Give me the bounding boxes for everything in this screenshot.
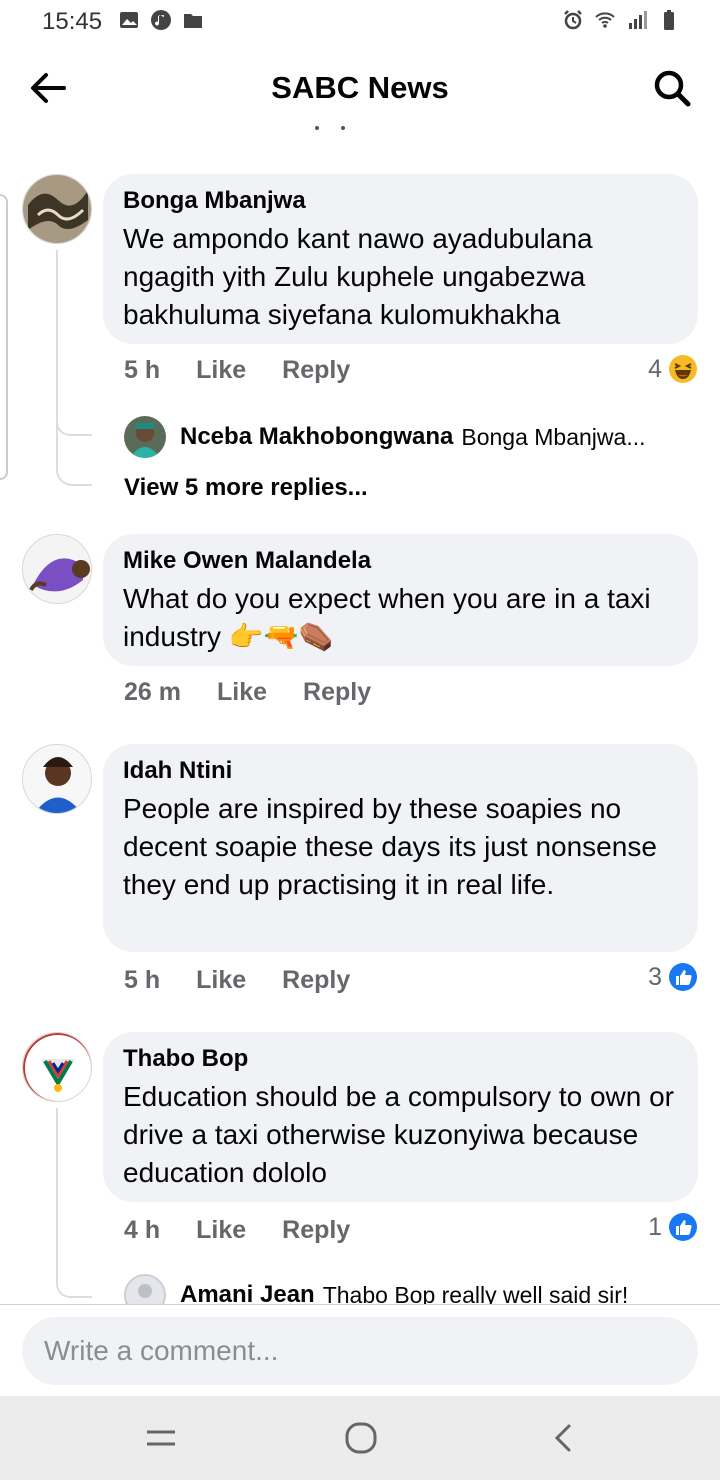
folder-icon: [184, 14, 202, 28]
reaction-summary[interactable]: 4: [648, 354, 698, 384]
comment-composer: [0, 1304, 720, 1396]
back-icon[interactable]: [544, 1418, 584, 1458]
thread-line: [56, 250, 92, 436]
search-icon[interactable]: [650, 66, 694, 110]
scroll-handle[interactable]: [0, 194, 8, 480]
reply-item[interactable]: Nceba Makhobongwana Bonga Mbanjwa...: [124, 416, 646, 458]
avatar[interactable]: [22, 1032, 92, 1102]
system-nav-bar: [0, 1396, 720, 1480]
like-button[interactable]: Like: [196, 356, 246, 385]
recent-apps-icon[interactable]: [141, 1418, 181, 1458]
home-icon[interactable]: [341, 1418, 381, 1458]
laugh-emoji-icon: [669, 355, 697, 383]
reply-author[interactable]: Amani Jean: [180, 1281, 315, 1304]
status-bar: 15:45: [0, 0, 720, 44]
like-button[interactable]: Like: [196, 966, 246, 995]
like-button[interactable]: Like: [217, 678, 267, 707]
thumbs-up-icon: [669, 963, 697, 991]
reaction-count: 3: [648, 962, 662, 991]
reply-button[interactable]: Reply: [303, 678, 371, 707]
view-more-replies-link[interactable]: View 5 more replies...: [124, 474, 368, 502]
status-icons-left: [118, 9, 204, 31]
comment-text: People are inspired by these soapies no …: [123, 793, 657, 900]
avatar[interactable]: [22, 534, 92, 604]
comment-actions: 26 m Like Reply: [124, 678, 407, 707]
comment-actions: 5 h Like Reply: [124, 356, 386, 385]
avatar[interactable]: [22, 174, 92, 244]
comment-bubble[interactable]: Idah Ntini People are inspired by these …: [103, 744, 698, 952]
reaction-summary[interactable]: 1: [648, 1212, 698, 1242]
signal-icon: [629, 11, 647, 29]
music-icon: [151, 10, 171, 30]
reaction-count: 1: [648, 1212, 662, 1241]
image-icon: [120, 12, 138, 28]
comment-input[interactable]: [22, 1317, 698, 1385]
alarm-icon: [564, 10, 582, 30]
comment-text: We ampondo kant nawo ayadubulana ngagith…: [123, 223, 593, 330]
comment-time[interactable]: 26 m: [124, 678, 181, 707]
comment-bubble[interactable]: Mike Owen Malandela What do you expect w…: [103, 534, 698, 666]
reaction-count: 4: [648, 354, 662, 383]
app-bar: SABC News: [0, 44, 720, 132]
avatar[interactable]: [22, 744, 92, 814]
comment-actions: 5 h Like Reply: [124, 966, 386, 995]
reply-text: Bonga Mbanjwa...: [461, 423, 646, 450]
comment-text: Education should be a compulsory to own …: [123, 1081, 674, 1188]
comment-author[interactable]: Thabo Bop: [123, 1044, 678, 1074]
comment-bubble[interactable]: Bonga Mbanjwa We ampondo kant nawo ayadu…: [103, 174, 698, 344]
reply-item[interactable]: Amani Jean Thabo Bop really well said si…: [124, 1274, 628, 1304]
comment-time[interactable]: 4 h: [124, 1216, 160, 1245]
thumbs-up-icon: [669, 1213, 697, 1241]
comment-actions: 4 h Like Reply: [124, 1216, 386, 1245]
comment-author[interactable]: Mike Owen Malandela: [123, 546, 678, 576]
comment-text: What do you expect when you are in a tax…: [123, 583, 651, 652]
comment-author[interactable]: Idah Ntini: [123, 756, 678, 786]
thread-line: [56, 422, 92, 486]
status-icons-right: [562, 9, 680, 31]
battery-icon: [664, 10, 674, 30]
comment-author[interactable]: Bonga Mbanjwa: [123, 186, 678, 216]
reply-button[interactable]: Reply: [282, 1216, 350, 1245]
avatar[interactable]: [124, 416, 166, 458]
comment-list[interactable]: Bonga Mbanjwa We ampondo kant nawo ayadu…: [0, 132, 720, 1304]
reply-button[interactable]: Reply: [282, 966, 350, 995]
avatar[interactable]: [124, 1274, 166, 1304]
comment-bubble[interactable]: Thabo Bop Education should be a compulso…: [103, 1032, 698, 1202]
like-button[interactable]: Like: [196, 1216, 246, 1245]
reply-author[interactable]: Nceba Makhobongwana: [180, 423, 453, 451]
thread-line: [56, 1108, 92, 1298]
wifi-icon: [595, 12, 615, 28]
reaction-summary[interactable]: 3: [648, 962, 698, 992]
page-title: SABC News: [271, 70, 449, 105]
status-time: 15:45: [42, 8, 103, 35]
reply-text: Thabo Bop really well said sir!: [322, 1281, 629, 1305]
comment-time[interactable]: 5 h: [124, 356, 160, 385]
reply-button[interactable]: Reply: [282, 356, 350, 385]
comment-time[interactable]: 5 h: [124, 966, 160, 995]
